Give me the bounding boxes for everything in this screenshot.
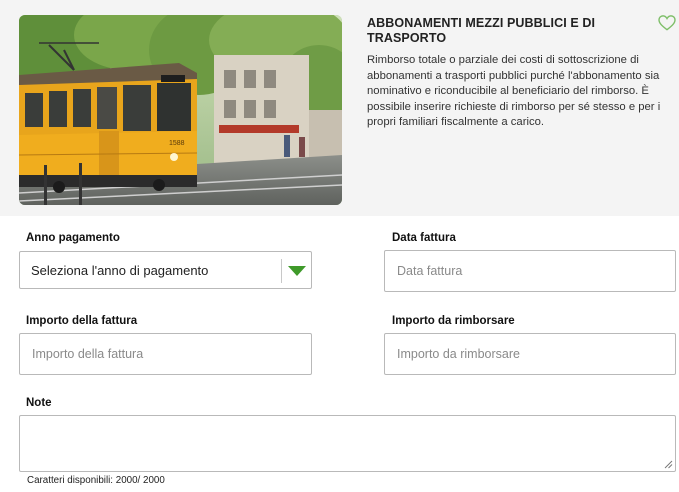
- note-label: Note: [26, 397, 52, 409]
- data-fattura-field: [384, 250, 676, 292]
- note-textarea[interactable]: [20, 416, 675, 471]
- triangle-down-icon[interactable]: [287, 265, 307, 277]
- service-description: Rimborso totale o parziale dei costi di …: [367, 54, 661, 129]
- service-card: 1588 ABBONAMENTI MEZZI PUBBLICI E DI TRA…: [0, 0, 679, 216]
- anno-pagamento-select[interactable]: Seleziona l'anno di pagamento: [19, 251, 312, 289]
- tram-number: 1588: [169, 140, 185, 147]
- note-field: [19, 415, 676, 472]
- importo-rimborsare-field: [384, 333, 676, 375]
- importo-fattura-label: Importo della fattura: [26, 315, 138, 327]
- heart-outline-icon[interactable]: [658, 15, 676, 31]
- service-title: ABBONAMENTI MEZZI PUBBLICI E DI TRASPORT…: [367, 16, 596, 45]
- anno-pagamento-label: Anno pagamento: [26, 232, 120, 244]
- select-divider: [281, 259, 282, 283]
- character-counter: Caratteri disponibili: 2000/ 2000: [27, 475, 165, 486]
- service-info: ABBONAMENTI MEZZI PUBBLICI E DI TRASPORT…: [367, 16, 667, 131]
- data-fattura-label: Data fattura: [392, 232, 456, 244]
- importo-fattura-field: [19, 333, 312, 375]
- importo-rimborsare-label: Importo da rimborsare: [392, 315, 515, 327]
- resize-handle-icon[interactable]: [664, 460, 673, 469]
- importo-fattura-input[interactable]: [20, 334, 311, 374]
- importo-rimborsare-input[interactable]: [385, 334, 675, 374]
- anno-pagamento-value: Seleziona l'anno di pagamento: [31, 263, 209, 278]
- tram-photo: 1588: [19, 15, 342, 205]
- data-fattura-input[interactable]: [385, 251, 675, 291]
